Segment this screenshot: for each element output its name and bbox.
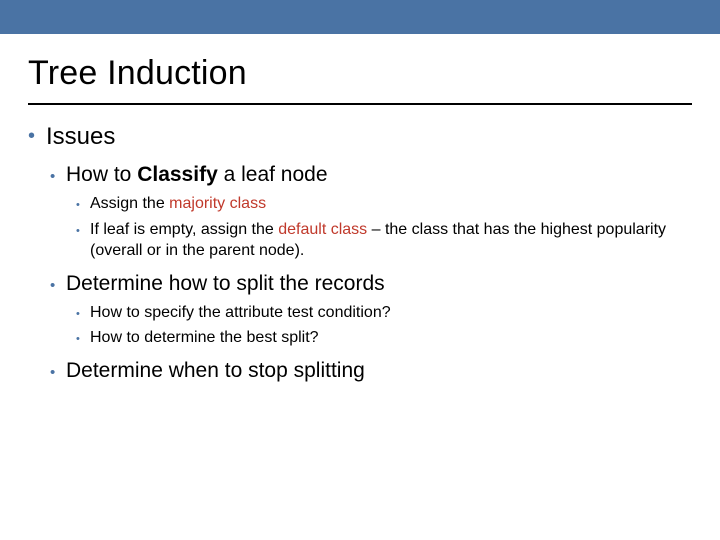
slide-title: Tree Induction bbox=[28, 52, 692, 105]
lvl3-item-bestsplit: • How to determine the best split? bbox=[76, 327, 692, 349]
text-fragment: Assign the bbox=[90, 195, 169, 212]
lvl3-text: How to determine the best split? bbox=[90, 327, 692, 349]
text-fragment: How to bbox=[66, 163, 137, 186]
text-fragment: a leaf node bbox=[218, 163, 328, 186]
lvl3-item-majority: • Assign the majority class bbox=[76, 193, 692, 215]
bullet-icon: • bbox=[76, 307, 90, 322]
bullet-icon: • bbox=[76, 224, 90, 239]
bullet-icon: • bbox=[50, 168, 66, 185]
lvl3-item-default: • If leaf is empty, assign the default c… bbox=[76, 219, 692, 262]
text-highlight-fragment: default class bbox=[278, 221, 367, 238]
text-bold-fragment: Classify bbox=[137, 163, 218, 186]
header-bar bbox=[0, 0, 720, 34]
text-fragment: If leaf is empty, assign the bbox=[90, 221, 278, 238]
lvl3-text: Assign the majority class bbox=[90, 193, 692, 215]
lvl3-item-specify: • How to specify the attribute test cond… bbox=[76, 302, 692, 324]
lvl2-item-stop: • Determine when to stop splitting bbox=[50, 359, 692, 383]
lvl3-text: How to specify the attribute test condit… bbox=[90, 302, 692, 324]
text-highlight-fragment: majority class bbox=[169, 195, 266, 212]
bullet-icon: • bbox=[50, 364, 66, 381]
lvl2-text: Determine how to split the records bbox=[66, 272, 692, 296]
lvl1-text: Issues bbox=[46, 123, 115, 150]
bullet-list-level-3: • How to specify the attribute test cond… bbox=[50, 302, 692, 349]
lvl2-item-split: • Determine how to split the records • H… bbox=[50, 272, 692, 349]
slide-content: Tree Induction •Issues • How to Classify… bbox=[0, 34, 720, 383]
bullet-list-level-3: • Assign the majority class • If leaf is bbox=[50, 193, 692, 262]
lvl1-item-issues: •Issues • How to Classify a leaf node • bbox=[28, 123, 692, 383]
bullet-list-level-1: •Issues • How to Classify a leaf node • bbox=[28, 123, 692, 383]
lvl2-text: How to Classify a leaf node bbox=[66, 163, 692, 187]
bullet-icon: • bbox=[28, 125, 46, 148]
lvl2-text: Determine when to stop splitting bbox=[66, 359, 692, 383]
lvl2-item-classify: • How to Classify a leaf node • Assign t… bbox=[50, 163, 692, 262]
lvl3-text: If leaf is empty, assign the default cla… bbox=[90, 219, 692, 262]
bullet-icon: • bbox=[76, 198, 90, 213]
bullet-icon: • bbox=[76, 332, 90, 347]
bullet-icon: • bbox=[50, 277, 66, 294]
bullet-list-level-2: • How to Classify a leaf node • Assign t… bbox=[28, 163, 692, 383]
